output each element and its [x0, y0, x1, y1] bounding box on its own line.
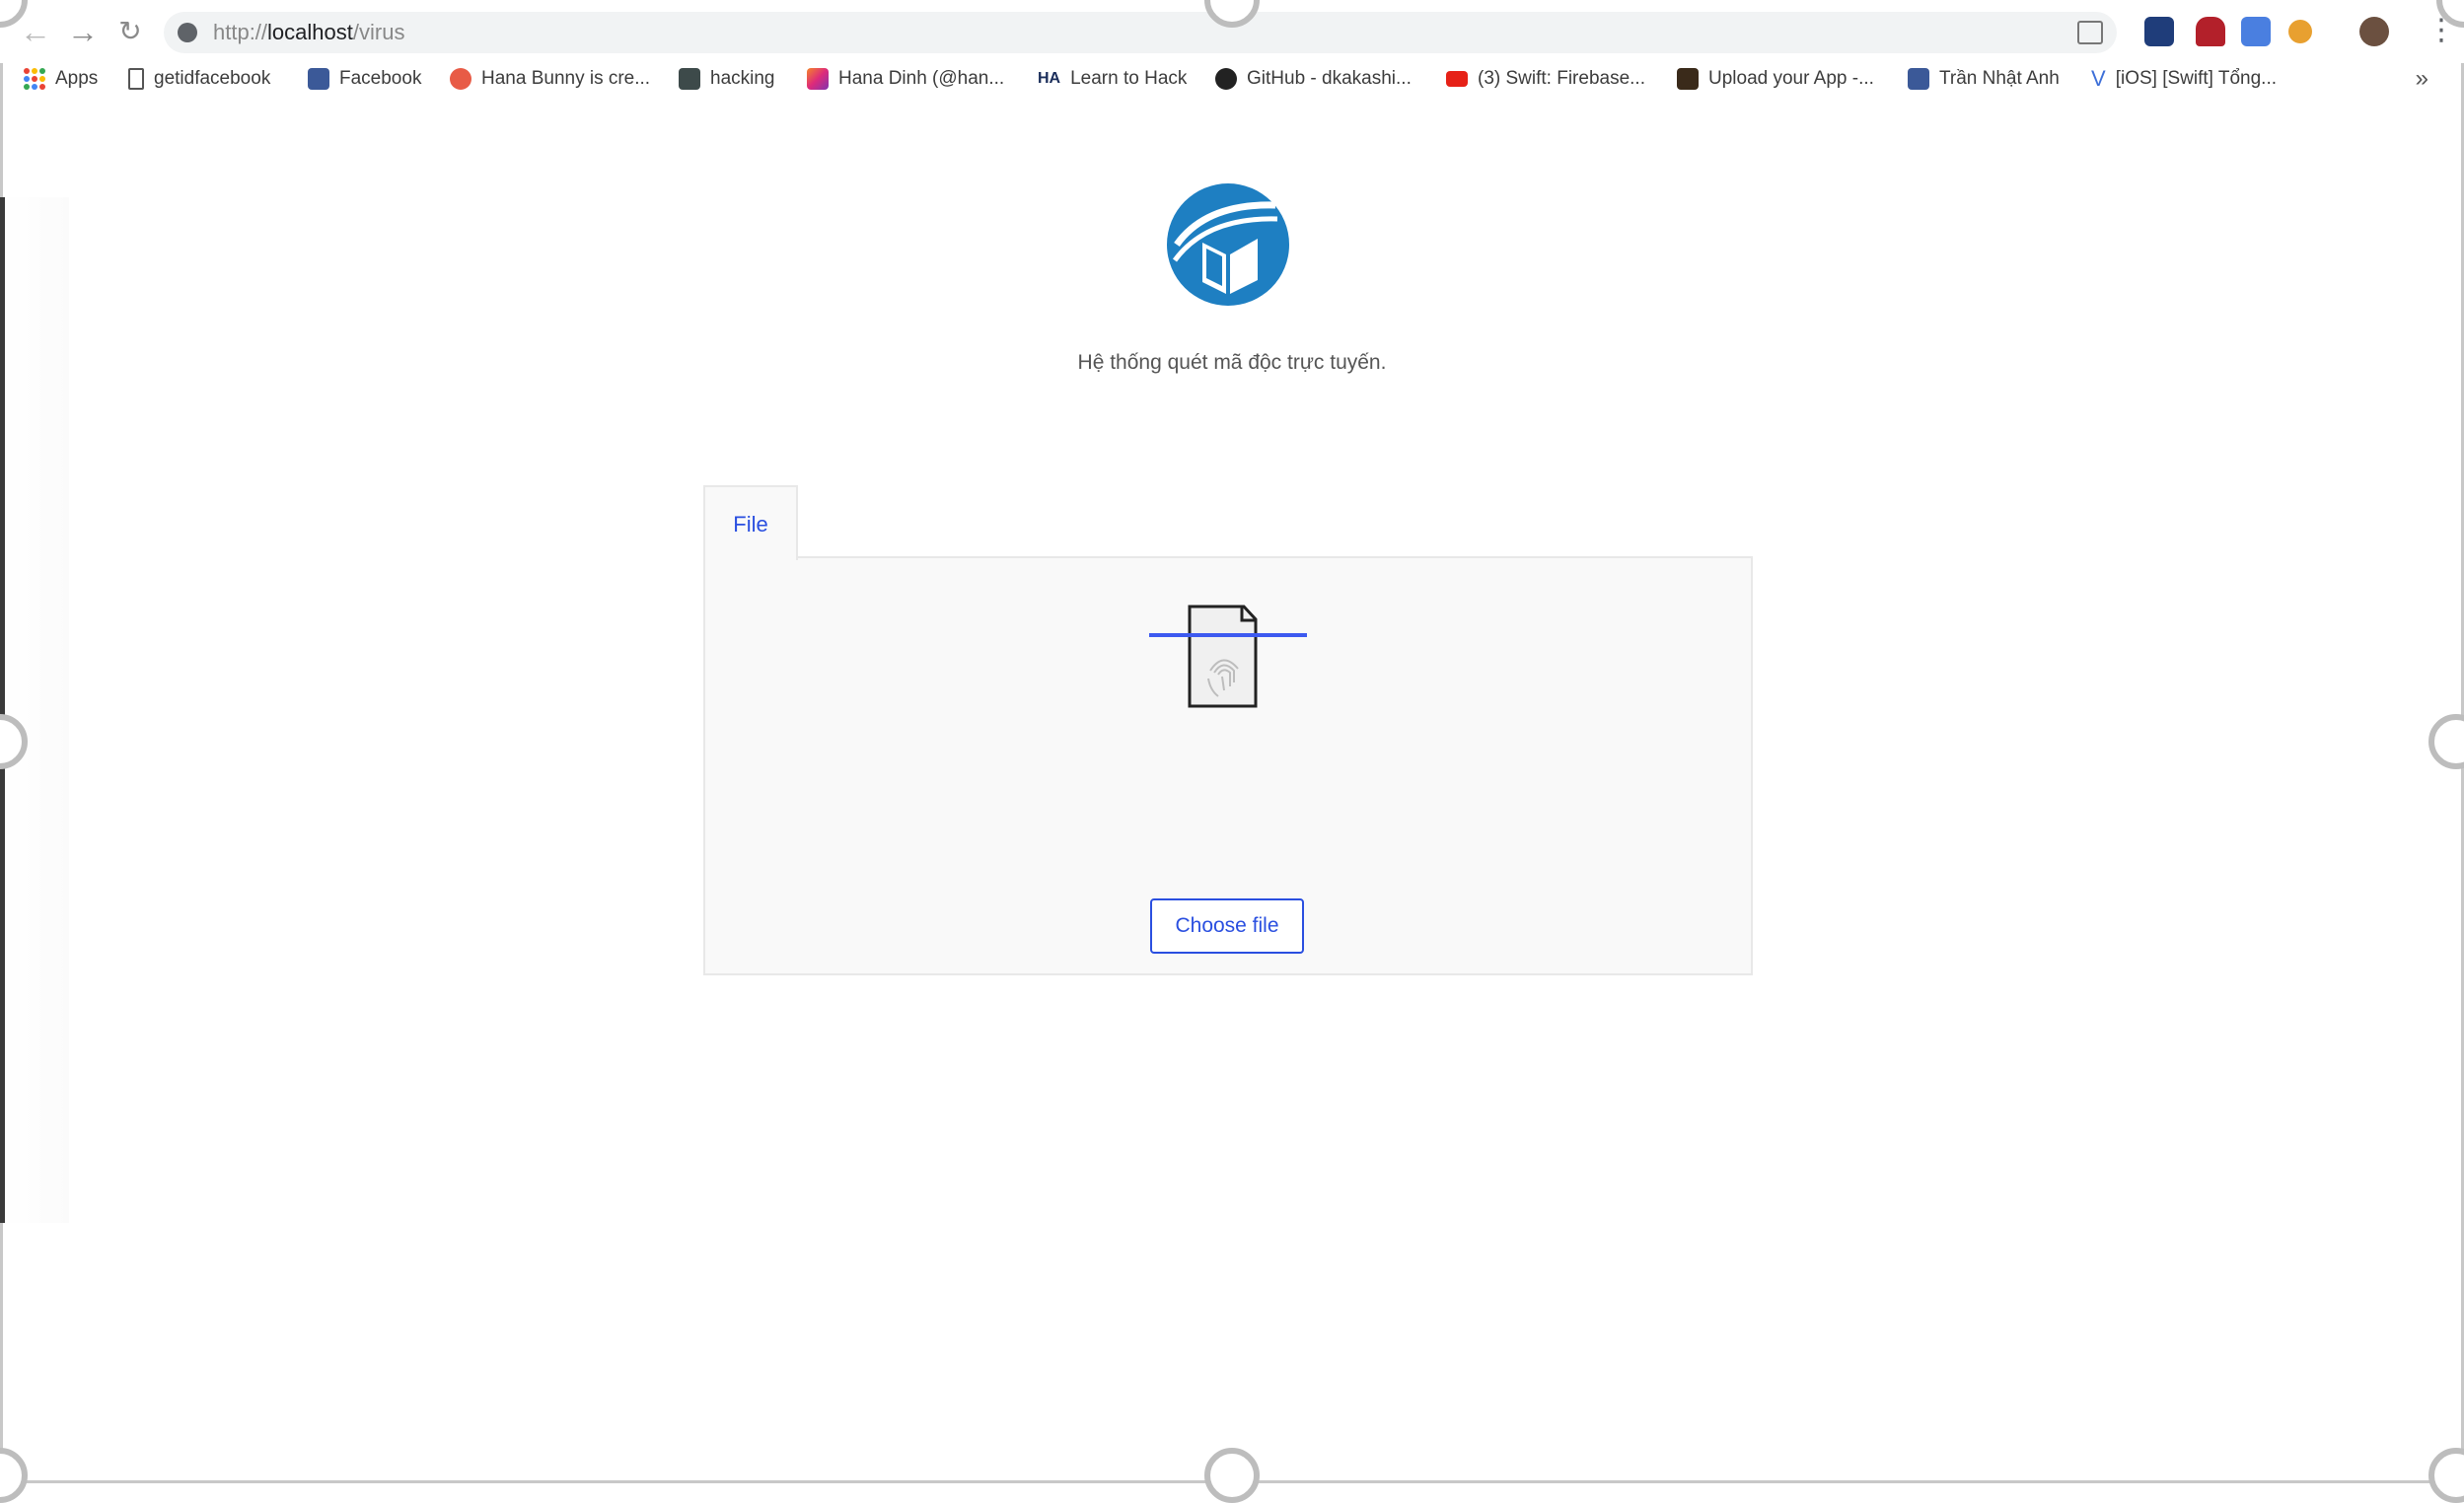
- bookmark-label: getidfacebook: [154, 68, 271, 89]
- bookmark-label: Hana Dinh (@han...: [838, 68, 1005, 89]
- bookmark-label: Trần Nhật Anh: [1939, 68, 2060, 89]
- bookmark-hana-dinh[interactable]: Hana Dinh (@han...: [807, 65, 1004, 93]
- terminal-icon: [679, 68, 700, 90]
- bookmark-apps[interactable]: Apps: [24, 65, 98, 93]
- bookmark-learn-to-hack[interactable]: HA Learn to Hack: [1038, 65, 1187, 93]
- bookmark-tran-nhat-anh[interactable]: Trần Nhật Anh: [1908, 65, 2060, 93]
- forward-arrow-icon[interactable]: →: [65, 14, 101, 49]
- bookmark-hana-bunny[interactable]: Hana Bunny is cre...: [450, 65, 650, 93]
- facebook-icon: [1908, 68, 1929, 90]
- cookie-extension-icon[interactable]: [2288, 20, 2312, 43]
- bookmark-label: Apps: [55, 68, 99, 89]
- address-bar[interactable]: http://localhost/virus: [164, 12, 2117, 53]
- bookmarks-overflow-button[interactable]: »: [2416, 65, 2428, 93]
- bookmark-label: [iOS] [Swift] Tổng...: [2115, 68, 2278, 89]
- bookmark-swift-firebase[interactable]: (3) Swift: Firebase...: [1446, 65, 1645, 93]
- bookmark-label: Hana Bunny is cre...: [481, 68, 651, 89]
- bookmark-ios-swift[interactable]: V [iOS] [Swift] Tổng...: [2091, 65, 2277, 93]
- bookmark-getidfacebook[interactable]: getidfacebook: [128, 65, 270, 93]
- page-icon: [128, 68, 144, 90]
- bookmark-github[interactable]: GitHub - dkakashi...: [1215, 65, 1412, 93]
- reload-icon[interactable]: ↻: [112, 14, 148, 49]
- extension-j-icon[interactable]: [2144, 17, 2174, 46]
- diawi-icon: [1677, 68, 1699, 90]
- bookmark-facebook[interactable]: Facebook: [308, 65, 421, 93]
- extension-translate-icon[interactable]: [2241, 17, 2271, 46]
- bookmark-label: Facebook: [339, 68, 422, 89]
- youtube-icon: [1446, 71, 1468, 87]
- patreon-icon: [450, 68, 471, 90]
- profile-avatar-icon[interactable]: [2359, 17, 2389, 46]
- tab-connector: [705, 554, 796, 560]
- bookmark-upload-app[interactable]: Upload your App -...: [1677, 65, 1874, 93]
- back-arrow-icon[interactable]: ←: [18, 14, 53, 49]
- github-icon: [1215, 68, 1237, 90]
- bookmark-hacking[interactable]: hacking: [679, 65, 775, 93]
- facebook-icon: [308, 68, 329, 90]
- site-logo: [1167, 183, 1289, 306]
- resize-handle-bottom[interactable]: [1204, 1448, 1260, 1503]
- bookmark-label: Upload your App -...: [1708, 68, 1874, 89]
- file-scan-icon: [1149, 605, 1307, 708]
- bookmark-label: hacking: [710, 68, 775, 89]
- bookmark-label: GitHub - dkakashi...: [1247, 68, 1412, 89]
- tab-file[interactable]: File: [703, 485, 798, 560]
- bookmark-label: Learn to Hack: [1070, 68, 1188, 89]
- browser-menu-icon[interactable]: ⋮: [2427, 14, 2456, 49]
- translate-icon[interactable]: [2077, 21, 2103, 44]
- page-tagline: Hệ thống quét mã độc trực tuyến.: [1077, 351, 1387, 374]
- choose-file-button[interactable]: Choose file: [1150, 898, 1304, 954]
- bookmark-label: (3) Swift: Firebase...: [1478, 68, 1645, 89]
- bookmarks-bar: Apps getidfacebook Facebook Hana Bunny i…: [0, 63, 2464, 95]
- apps-grid-icon: [24, 68, 45, 90]
- book-logo-icon: [1172, 201, 1278, 294]
- instagram-icon: [807, 68, 829, 90]
- ha-icon: HA: [1038, 70, 1061, 87]
- url-text: http://localhost/virus: [213, 20, 405, 44]
- viblo-icon: V: [2091, 66, 2106, 91]
- extension-shield-icon[interactable]: [2196, 17, 2225, 46]
- site-info-icon[interactable]: [178, 23, 197, 42]
